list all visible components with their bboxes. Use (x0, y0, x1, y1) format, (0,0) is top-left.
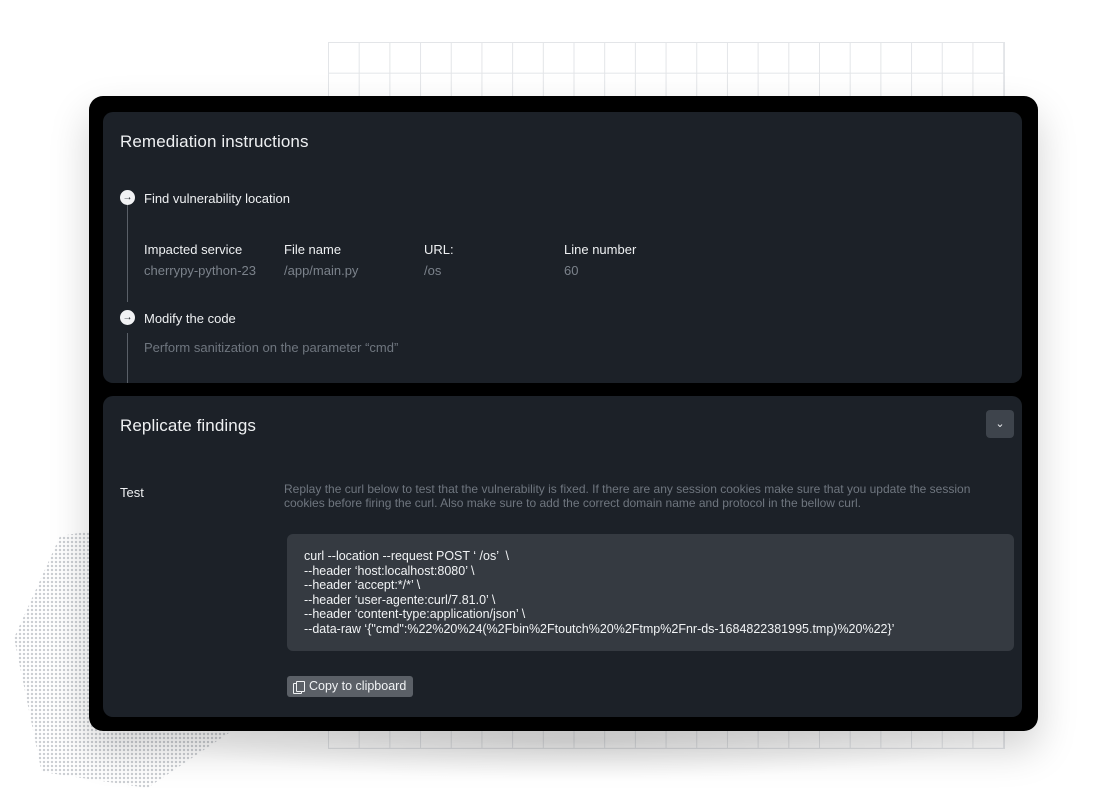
step-modify-code-label: Modify the code (144, 311, 236, 326)
code-line: curl --location --request POST ‘ /os’ \ (304, 549, 509, 563)
code-line: --header ‘user-agente:curl/7.81.0’ \ (304, 592, 496, 607)
arrow-right-circle-icon: → (120, 190, 135, 205)
field-value: /app/main.py (284, 263, 359, 278)
field-value: cherrypy-python-23 (144, 263, 256, 278)
step-modify-code-description: Perform sanitization on the parameter “c… (144, 340, 399, 355)
test-label: Test (120, 485, 144, 500)
field-value: 60 (564, 263, 579, 278)
copy-icon (293, 680, 305, 694)
line-number-field: Line number 60 (564, 242, 636, 278)
timeline-connector (127, 205, 128, 302)
test-description: Replay the curl below to test that the v… (284, 482, 971, 510)
field-label: URL: (424, 242, 454, 257)
copy-button-label: Copy to clipboard (309, 679, 407, 693)
collapse-button[interactable]: ⌄ (986, 410, 1014, 438)
curl-code-block[interactable]: curl --location --request POST ‘ /os’ \ … (287, 534, 1014, 651)
code-line: --header ‘content-type:application/json’… (304, 607, 526, 621)
replicate-title: Replicate findings (120, 416, 256, 435)
impacted-service-field: Impacted service cherrypy-python-23 (144, 242, 256, 278)
remediation-panel: Remediation instructions → Find vulnerab… (103, 112, 1022, 383)
findings-card: Remediation instructions → Find vulnerab… (89, 96, 1038, 731)
field-label: Line number (564, 242, 637, 257)
field-value: /os (424, 263, 442, 278)
timeline-connector (127, 333, 128, 383)
field-label: File name (284, 242, 342, 257)
url-field: URL: /os (424, 242, 454, 278)
remediation-title: Remediation instructions (120, 132, 309, 151)
file-name-field: File name /app/main.py (284, 242, 358, 278)
code-line: --header ‘accept:*/*’ \ (304, 578, 421, 592)
code-line: --data-raw ‘{"cmd":%22%20%24(%2Fbin%2Fto… (304, 621, 895, 636)
step-find-location-label: Find vulnerability location (144, 191, 290, 206)
chevron-down-icon: ⌄ (995, 418, 1005, 430)
arrow-right-circle-icon: → (120, 310, 135, 325)
replicate-panel: Replicate findings ⌄ Test Replay the cur… (103, 396, 1022, 717)
code-line: --header ‘host:localhost:8080’ \ (304, 563, 475, 578)
stage: Remediation instructions → Find vulnerab… (0, 0, 1106, 804)
copy-to-clipboard-button[interactable]: Copy to clipboard (287, 676, 414, 697)
field-label: Impacted service (144, 242, 243, 257)
